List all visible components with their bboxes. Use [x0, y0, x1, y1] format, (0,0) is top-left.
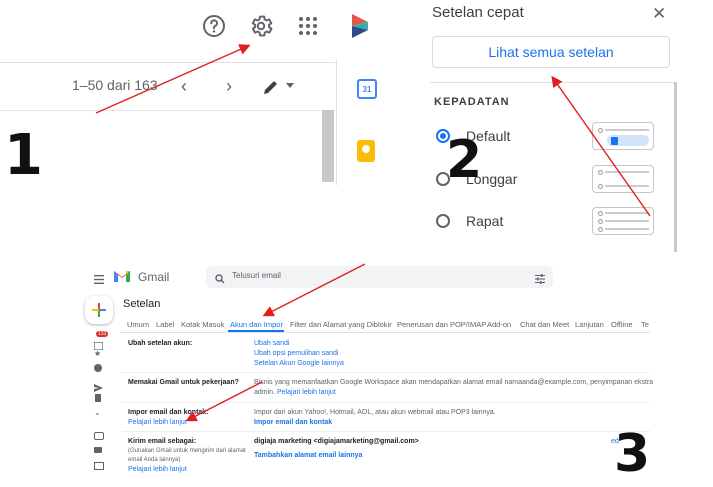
see-all-settings-button[interactable]: Lihat semua setelan	[432, 36, 670, 68]
scrollbar[interactable]	[322, 110, 334, 182]
workspace-learn-more-link[interactable]: Pelajari lebih lanjut	[277, 389, 336, 396]
unread-count-badge: 133	[96, 331, 109, 337]
apps-grid-icon[interactable]	[294, 12, 322, 40]
divider	[430, 82, 675, 83]
compose-button[interactable]	[85, 296, 113, 324]
pagination-text: 1–50 dari 163	[72, 77, 158, 93]
tab-general[interactable]: Umum	[127, 320, 149, 329]
section-heading-change-account: Ubah setelan akun:	[128, 340, 193, 347]
density-default-thumbnail	[592, 122, 654, 150]
google-account-settings-link[interactable]: Setelan Akun Google lainnya	[254, 360, 344, 367]
divider	[0, 110, 320, 111]
tab-accounts-import[interactable]: Akun dan Impor	[230, 320, 283, 329]
density-heading: KEPADATAN	[434, 96, 510, 108]
meet-video-icon[interactable]	[94, 447, 102, 453]
send-as-subtext-2: email Anda lainnya)	[128, 457, 181, 463]
search-icon[interactable]	[215, 271, 225, 289]
more-chevron-icon[interactable]: ⌄	[94, 408, 101, 417]
step-number-1: 1	[4, 123, 43, 188]
active-tab-indicator	[228, 330, 284, 332]
drafts-icon[interactable]	[95, 394, 101, 402]
keep-icon[interactable]	[357, 140, 375, 162]
send-as-account: digiaja marketing <digiajamarketing@gmai…	[254, 438, 419, 445]
tab-forwarding-pop-imap[interactable]: Penerusan dan POP/IMAP	[397, 320, 486, 329]
density-compact-thumbnail	[592, 207, 654, 235]
keyboard-icon[interactable]	[94, 462, 104, 470]
add-email-address-link[interactable]: Tambahkan alamat email lainnya	[254, 452, 362, 459]
change-recovery-link[interactable]: Ubah opsi pemulihan sandi	[254, 350, 338, 357]
step-number-2: 2	[446, 130, 483, 190]
workspace-description: Bisnis yang memanfaatkan Google Workspac…	[254, 379, 654, 386]
caret-down-icon[interactable]	[286, 83, 294, 88]
divider	[0, 62, 335, 63]
calendar-day: 31	[362, 84, 372, 94]
pencil-icon[interactable]	[262, 78, 280, 101]
starred-icon[interactable]: ★	[94, 349, 101, 358]
scrollbar[interactable]	[674, 82, 677, 252]
radio-compact[interactable]	[436, 214, 450, 228]
radio-compact-label: Rapat	[466, 213, 504, 229]
workspace-description-2: admin.	[254, 389, 276, 396]
settings-gear-icon[interactable]	[247, 12, 275, 40]
section-heading-import: Impor email dan kontak:	[128, 409, 209, 416]
tab-chat-meet[interactable]: Chat dan Meet	[520, 320, 569, 329]
account-logo-icon[interactable]	[350, 12, 372, 40]
gmail-logo-icon[interactable]	[113, 269, 131, 288]
search-input[interactable]: Telusuri email	[232, 271, 281, 280]
import-learn-more-link[interactable]: Pelajari lebih lanjut	[128, 419, 187, 426]
step-number-3: 3	[614, 424, 651, 484]
tab-inbox[interactable]: Kotak Masuk	[181, 320, 224, 329]
tab-add-ons[interactable]: Add-on	[487, 320, 511, 329]
quick-settings-title: Setelan cepat	[432, 4, 524, 21]
density-comfortable-thumbnail	[592, 165, 654, 193]
tab-filters-blocked[interactable]: Filter dan Alamat yang Diblokir	[290, 320, 392, 329]
help-icon[interactable]	[200, 12, 228, 40]
calendar-icon[interactable]: 31	[357, 79, 377, 99]
chevron-left-icon[interactable]: ‹	[181, 76, 187, 97]
divider	[120, 332, 650, 333]
chat-icon[interactable]	[94, 432, 104, 440]
snoozed-icon[interactable]	[94, 364, 102, 372]
send-as-subtext: (Gunakan Gmail untuk mengirim dari alama…	[128, 448, 246, 454]
gmail-app-name: Gmail	[138, 270, 170, 284]
divider	[122, 402, 650, 403]
tab-offline[interactable]: Offline	[611, 320, 633, 329]
send-as-learn-more-link[interactable]: Pelajari lebih lanjut	[128, 466, 187, 473]
tab-themes[interactable]: Te	[641, 320, 649, 329]
tab-advanced[interactable]: Lanjutan	[575, 320, 604, 329]
change-password-link[interactable]: Ubah sandi	[254, 340, 289, 347]
tab-labels[interactable]: Label	[156, 320, 174, 329]
close-icon[interactable]: ✕	[652, 4, 666, 24]
import-mail-contacts-link[interactable]: Impor email dan kontak	[254, 419, 332, 426]
panel-1-gmail-toolbar	[0, 0, 335, 185]
search-options-icon[interactable]	[535, 271, 545, 289]
chevron-right-icon[interactable]: ›	[226, 76, 232, 97]
menu-icon[interactable]	[94, 271, 104, 289]
section-heading-send-as: Kirim email sebagai:	[128, 438, 197, 445]
divider	[122, 372, 650, 373]
section-heading-work: Memakai Gmail untuk pekerjaan?	[128, 379, 239, 386]
settings-page-title: Setelan	[123, 298, 161, 310]
import-description: Impor dari akun Yahoo!, Hotmail, AOL, at…	[254, 409, 496, 416]
divider	[122, 431, 650, 432]
